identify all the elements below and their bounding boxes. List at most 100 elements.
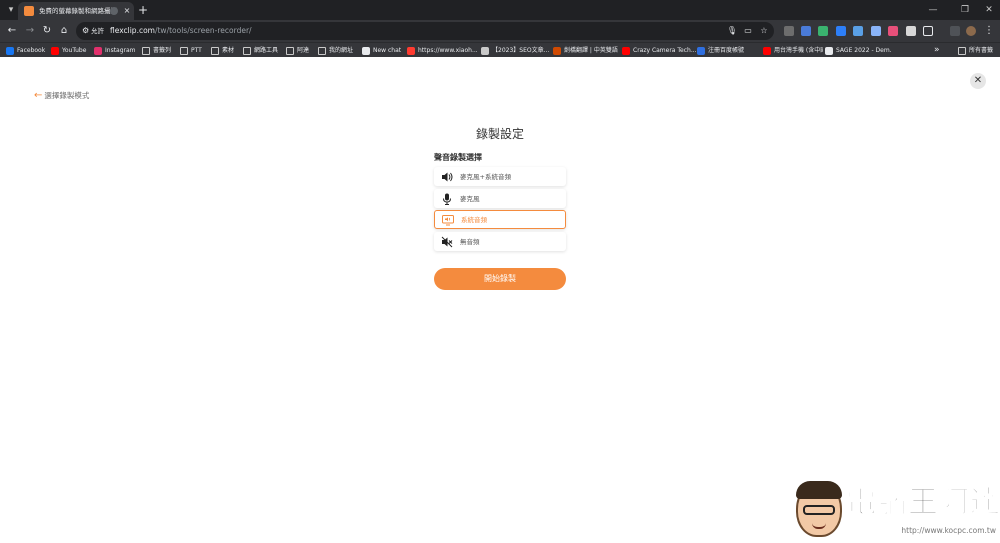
bookmark-item[interactable]: PTT [180, 44, 210, 57]
folder-icon [180, 46, 188, 55]
audio-section-label: 聲音錄製選擇 [434, 153, 482, 162]
bookmark-item[interactable]: 網路工具 [243, 44, 285, 57]
bookmark-item[interactable]: Instagram [94, 44, 142, 57]
extensions-puzzle-icon[interactable] [923, 26, 933, 36]
url-text[interactable]: flexclip.com/tw/tools/screen-recorder/ [110, 25, 410, 37]
facebook-icon [6, 46, 14, 55]
bookmark-label: Instagram [105, 47, 136, 54]
address-bar[interactable]: ⚙ 允許 flexclip.com/tw/tools/screen-record… [76, 22, 774, 40]
watermark-text: 電腦王阿達 [846, 485, 1000, 521]
cast-icon[interactable]: ▭ [742, 25, 754, 37]
browser-toolbar: ← → ↻ ⌂ ⚙ 允許 flexclip.com/tw/tools/scree… [0, 20, 1000, 42]
bookmark-item[interactable]: 我的網址 [318, 44, 360, 57]
chatgpt-icon [362, 46, 370, 55]
audio-option-system[interactable]: 系統音頻 [434, 210, 566, 229]
media-control-icon[interactable] [950, 26, 960, 36]
close-dialog-button[interactable]: ✕ [970, 73, 986, 89]
flexclip-favicon-icon [24, 6, 34, 16]
option-label: 麥克風+系統音頻 [460, 172, 511, 181]
bookmark-label: 網路工具 [254, 47, 279, 54]
site-icon [407, 46, 415, 55]
arrow-left-icon: ← [34, 90, 43, 101]
youtube-icon [763, 46, 771, 55]
bookmark-item[interactable]: SAGE 2022 - Dem... [825, 44, 891, 57]
extension-icon[interactable] [888, 26, 898, 36]
bookmark-label: 注冊百度帳號 [708, 47, 745, 54]
mute-icon [441, 236, 453, 248]
reload-icon[interactable]: ↻ [40, 24, 54, 38]
window-close-button[interactable]: ✕ [982, 3, 996, 17]
folder-icon [958, 46, 966, 55]
extension-icon[interactable] [836, 26, 846, 36]
folder-icon [243, 46, 251, 55]
new-tab-button[interactable]: + [137, 3, 149, 17]
audio-option-mic[interactable]: 麥克風 [434, 189, 566, 208]
translate-extension-icon[interactable] [801, 26, 811, 36]
bookmark-item[interactable]: YouTube [51, 44, 95, 57]
bookmarks-overflow-button[interactable]: » [934, 44, 940, 57]
maximize-button[interactable]: ❐ [958, 3, 972, 17]
bookmark-label: 素材 [222, 47, 235, 54]
bookmark-item[interactable]: 素材 [211, 44, 241, 57]
url-path: /tw/tools/screen-recorder/ [154, 26, 252, 35]
all-bookmarks-folder[interactable]: 所有書籤 [958, 44, 993, 57]
audio-option-mic-system[interactable]: 麥克風+系統音頻 [434, 167, 566, 186]
start-recording-button[interactable]: 開始錄製 [434, 268, 566, 290]
back-nav-icon[interactable]: ← [5, 24, 19, 38]
url-host: flexclip.com [110, 26, 155, 35]
folder-icon [286, 46, 294, 55]
bookmark-item[interactable]: 注冊百度帳號 [697, 44, 761, 57]
bookmark-label: Facebook [17, 47, 46, 54]
bookmark-label: https://www.xiaoh... [418, 47, 478, 54]
screen-audio-icon [442, 214, 454, 226]
microphone-icon [441, 193, 453, 205]
back-link-label: 選擇錄製模式 [44, 91, 90, 100]
youtube-icon [51, 46, 59, 55]
bookmark-label: 用台灣手機 (含中國... [774, 47, 823, 54]
bookmark-item[interactable]: New chat [362, 44, 402, 57]
bookmark-item[interactable]: 書籤列 [142, 44, 176, 57]
minimize-button[interactable]: — [926, 3, 940, 17]
forward-nav-icon[interactable]: → [23, 24, 37, 38]
tab-close-icon[interactable]: × [122, 5, 132, 17]
tab-search-icon[interactable]: ▾ [4, 3, 18, 17]
instagram-icon [94, 46, 102, 55]
bookmark-label: PTT [191, 47, 202, 54]
option-label: 系統音頻 [461, 215, 487, 224]
extension-icon[interactable] [853, 26, 863, 36]
bookmark-label: 阿達 [297, 47, 310, 54]
bookmark-star-icon[interactable]: ☆ [758, 25, 770, 37]
profile-avatar[interactable] [966, 26, 976, 36]
bookmark-item[interactable]: https://www.xiaoh... [407, 44, 479, 57]
folder-icon [142, 46, 150, 55]
mail-extension-icon[interactable] [906, 26, 916, 36]
microphone-permission-icon[interactable]: 🎙 [726, 25, 738, 37]
speaker-icon [441, 171, 453, 183]
tab-recording-indicator-icon [110, 7, 118, 15]
chrome-menu-icon[interactable]: ⋮ [982, 24, 996, 38]
bookmark-item[interactable]: 阿達 [286, 44, 316, 57]
option-label: 麥克風 [460, 194, 480, 203]
home-icon[interactable]: ⌂ [57, 24, 71, 38]
bookmark-item[interactable]: Crazy Camera Tech... [622, 44, 696, 57]
bookmark-item[interactable]: 【2023】SEO文章... [481, 44, 551, 57]
bookmark-item[interactable]: 用台灣手機 (含中國... [763, 44, 823, 57]
folder-icon [318, 46, 326, 55]
bookmark-item[interactable]: 劍橋翻譯 | 中英雙語 [553, 44, 621, 57]
extension-icon[interactable] [784, 26, 794, 36]
extension-icon[interactable] [818, 26, 828, 36]
back-to-mode-link[interactable]: ← 選擇錄製模式 [34, 90, 89, 102]
cambridge-icon [553, 46, 561, 55]
extension-icon[interactable] [871, 26, 881, 36]
browser-tab[interactable]: 免費的螢幕錄製和網路攝影機 × [18, 2, 134, 20]
watermark-url: http://www.kocpc.com.tw [901, 526, 996, 535]
bookmark-item[interactable]: Facebook [6, 44, 52, 57]
mascot-face-icon [796, 481, 842, 537]
audio-option-none[interactable]: 無音頻 [434, 232, 566, 251]
bookmark-label: New chat [373, 47, 402, 54]
sage-icon [825, 46, 833, 55]
permission-chip[interactable]: 允許 [91, 25, 111, 37]
tab-title: 免費的螢幕錄製和網路攝影機 [39, 7, 117, 15]
bookmarks-bar: Facebook YouTube Instagram 書籤列 PTT 素材 網路工具 阿達 我的… [0, 42, 1000, 57]
option-label: 無音頻 [460, 237, 480, 246]
